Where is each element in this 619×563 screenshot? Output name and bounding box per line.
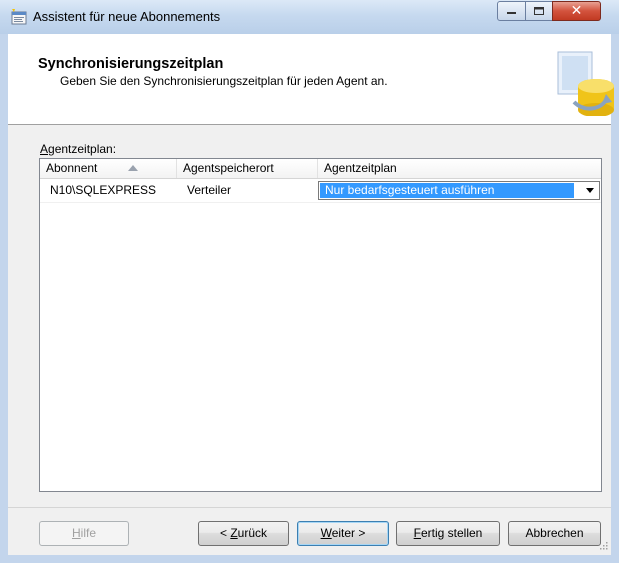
next-label: eiter > bbox=[331, 526, 366, 540]
page-title: Synchronisierungszeitplan bbox=[38, 56, 224, 72]
maximize-button[interactable] bbox=[525, 1, 553, 21]
subscriber-cell: N10\SQLEXPRESS bbox=[50, 183, 157, 197]
back-label: urück bbox=[237, 526, 268, 540]
close-icon: ✕ bbox=[570, 3, 583, 19]
column-header-location[interactable]: Agentspeicherort bbox=[177, 159, 318, 178]
cancel-button[interactable]: Abbrechen bbox=[508, 521, 601, 546]
chevron-down-icon[interactable] bbox=[586, 188, 594, 193]
wizard-header: Synchronisierungszeitplan Geben Sie den … bbox=[8, 34, 614, 125]
column-header-subscriber-label: Abonnent bbox=[46, 161, 98, 175]
schedule-selected-value: Nur bedarfsgesteuert ausführen bbox=[320, 183, 574, 198]
minimize-button[interactable] bbox=[497, 1, 526, 21]
close-button[interactable]: ✕ bbox=[552, 1, 601, 21]
column-header-schedule[interactable]: Agentzeitplan bbox=[318, 159, 601, 178]
wizard-icon bbox=[11, 9, 27, 25]
sort-ascending-icon bbox=[128, 165, 138, 171]
page-subtitle: Geben Sie den Synchronisierungszeitplan … bbox=[60, 74, 388, 88]
help-label: ilfe bbox=[80, 526, 96, 540]
window-frame-left bbox=[0, 34, 8, 563]
window-frame-bottom bbox=[0, 555, 619, 563]
agent-schedule-label-text: gentzeitplan: bbox=[48, 142, 117, 156]
finish-label: ertig stellen bbox=[420, 526, 483, 540]
back-button[interactable]: < Zurück bbox=[198, 521, 289, 546]
next-accesskey: W bbox=[320, 526, 332, 540]
next-button[interactable]: Weiter > bbox=[297, 521, 389, 546]
help-accesskey: H bbox=[71, 526, 81, 540]
maximize-icon bbox=[533, 6, 544, 15]
table-row[interactable]: N10\SQLEXPRESS Verteiler Nur bedarfsgest… bbox=[40, 178, 601, 203]
agent-schedule-label-accesskey: A bbox=[40, 142, 49, 156]
minimize-icon bbox=[506, 12, 516, 14]
column-header-subscriber[interactable]: Abonnent bbox=[40, 159, 177, 178]
back-prefix: < bbox=[219, 526, 231, 540]
finish-button[interactable]: Fertig stellen bbox=[396, 521, 500, 546]
resize-grip-icon[interactable] bbox=[598, 540, 608, 550]
back-accesskey: Z bbox=[230, 526, 238, 540]
database-wizard-icon bbox=[557, 51, 614, 116]
finish-accesskey: F bbox=[413, 526, 421, 540]
grid-header: Abonnent Agentspeicherort Agentzeitplan bbox=[40, 159, 601, 179]
location-cell: Verteiler bbox=[187, 183, 232, 197]
title-bar[interactable]: Assistent für neue Abonnements ✕ bbox=[0, 0, 619, 34]
agent-schedule-grid[interactable]: Abonnent Agentspeicherort Agentzeitplan … bbox=[39, 158, 602, 492]
schedule-dropdown[interactable]: Nur bedarfsgesteuert ausführen bbox=[318, 181, 600, 200]
help-button[interactable]: Hilfe bbox=[39, 521, 129, 546]
window-title: Assistent für neue Abonnements bbox=[33, 9, 221, 24]
button-separator bbox=[8, 507, 611, 508]
agent-schedule-label: Agentzeitplan: bbox=[40, 142, 116, 156]
